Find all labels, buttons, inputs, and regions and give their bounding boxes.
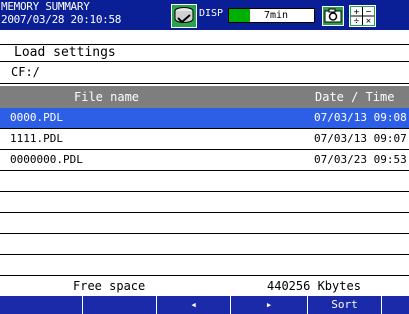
file-date-cell: 07/03/13 09:08 (314, 111, 407, 124)
table-row[interactable] (0, 213, 409, 234)
file-date-cell: 07/03/23 09:53 (314, 153, 407, 166)
free-space-label: Free space (73, 279, 146, 293)
free-space-info: Free space 440256 Kbytes (0, 276, 409, 296)
svg-text:÷: ÷ (354, 17, 360, 27)
camera-icon[interactable] (322, 6, 344, 26)
file-name-cell: 1111.PDL (10, 132, 63, 145)
current-path-text: CF:/ (11, 65, 40, 79)
file-name-cell: 0000.PDL (10, 111, 63, 124)
memory-icon (171, 4, 197, 28)
disp-time-indicator: 7min (228, 8, 315, 23)
svg-text:×: × (366, 17, 371, 27)
file-name-cell: 0000000.PDL (10, 153, 83, 166)
column-header-date-time: Date / Time (315, 90, 395, 104)
softkey-4[interactable]: ▸ (231, 296, 308, 314)
softkey-3[interactable]: ◂ (157, 296, 231, 314)
disp-label: DISP (199, 8, 224, 19)
disp-time-fill (229, 9, 251, 22)
status-bar: MEMORY SUMMARY 2007/03/28 20:10:58 DISP … (0, 0, 409, 30)
status-title: MEMORY SUMMARY (1, 0, 90, 13)
softkey-bar: ◂ ▸ Sort (0, 296, 409, 314)
table-row[interactable] (0, 234, 409, 255)
table-row[interactable]: 0000000.PDL 07/03/23 09:53 (0, 150, 409, 171)
disp-time-text: 7min (264, 10, 289, 21)
softkey-2[interactable] (83, 296, 157, 314)
page-title-border (0, 44, 409, 62)
calculator-icon[interactable]: + − ÷ × (349, 5, 376, 27)
table-row[interactable]: 0000.PDL 07/03/13 09:08 (0, 108, 409, 129)
free-space-value: 440256 Kbytes (267, 279, 361, 293)
table-row[interactable] (0, 171, 409, 192)
memory-summary-screen: MEMORY SUMMARY 2007/03/28 20:10:58 DISP … (0, 0, 409, 314)
file-date-cell: 07/03/13 09:07 (314, 132, 407, 145)
status-datetime: 2007/03/28 20:10:58 (1, 13, 122, 26)
softkey-1[interactable] (0, 296, 83, 314)
table-row[interactable]: 1111.PDL 07/03/13 09:07 (0, 129, 409, 150)
softkey-6[interactable] (382, 296, 409, 314)
table-row[interactable] (0, 192, 409, 213)
table-row[interactable] (0, 255, 409, 276)
file-table-header: File name Date / Time (0, 86, 409, 108)
current-path: CF:/ (0, 62, 409, 84)
column-header-file-name: File name (74, 90, 140, 104)
softkey-5[interactable]: Sort (308, 296, 382, 314)
